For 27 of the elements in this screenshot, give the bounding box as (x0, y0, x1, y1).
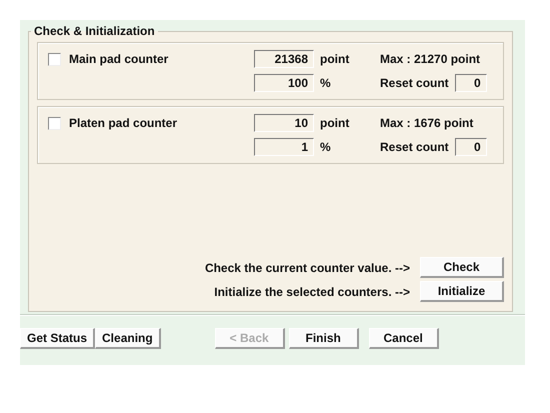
reset-count-label: Reset count (380, 140, 449, 154)
point-value-field: 10 (254, 114, 314, 132)
max-label: Max : 21270 point (380, 52, 480, 66)
action-button[interactable]: Check (420, 257, 504, 278)
action-hint: Check the current counter value. --> (204, 260, 410, 274)
unit-label: point (319, 116, 350, 130)
footer-button[interactable]: Get Status (20, 328, 96, 349)
action-hint: Initialize the selected counters. --> (214, 284, 410, 298)
footer-button[interactable]: Cleaning (95, 328, 161, 349)
reset-count-field: 0 (454, 138, 487, 156)
unit-label: % (319, 140, 332, 154)
reset-count-field: 0 (454, 74, 487, 92)
percent-value-field: 100 (254, 74, 314, 92)
counter-label: Platen pad counter (69, 116, 178, 130)
footer-button[interactable]: Finish (288, 328, 359, 349)
unit-label: % (319, 76, 332, 90)
footer-button[interactable]: Cancel (368, 328, 439, 349)
point-value-field: 21368 (254, 50, 314, 68)
checkbox[interactable] (48, 52, 61, 66)
counter-label: Main pad counter (69, 52, 168, 66)
action-button[interactable]: Initialize (420, 281, 504, 302)
percent-value-field: 1 (254, 138, 314, 156)
group-title: Check & Initialization (33, 24, 156, 38)
checkbox[interactable] (48, 116, 61, 130)
max-label: Max : 1676 point (380, 116, 474, 130)
unit-label: point (319, 52, 350, 66)
reset-count-label: Reset count (380, 76, 449, 90)
